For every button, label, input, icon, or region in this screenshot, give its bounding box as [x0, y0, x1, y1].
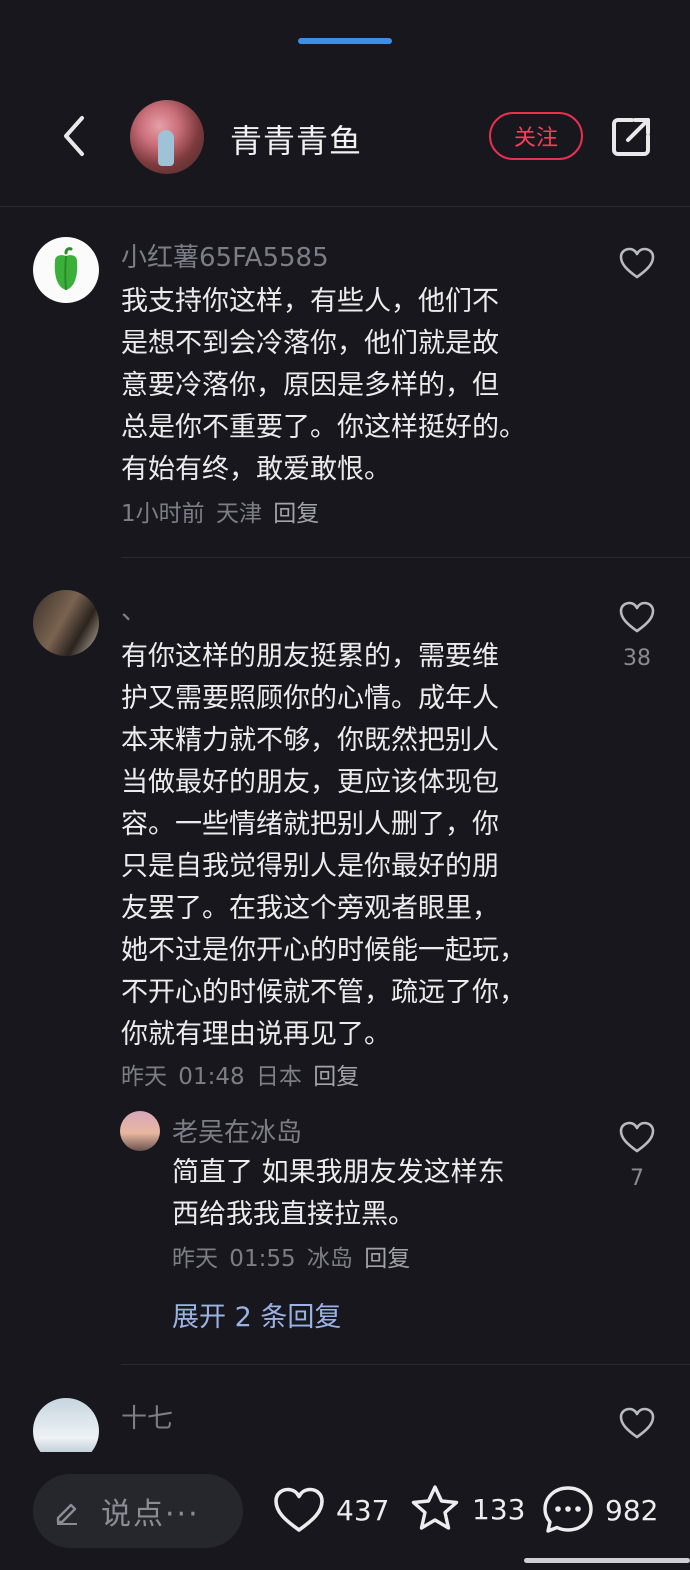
- comment-divider: [121, 1364, 690, 1365]
- comment-line: 你就有理由说再见了。: [121, 1019, 391, 1050]
- comment-username[interactable]: 十七: [121, 1398, 173, 1435]
- commenter-avatar[interactable]: [33, 590, 99, 656]
- heart-icon: [619, 247, 655, 279]
- pepper-icon: [54, 247, 78, 291]
- comment-line: 只是自我觉得别人是你最好的朋: [121, 851, 499, 882]
- reply-avatar[interactable]: [120, 1111, 160, 1151]
- comment-line: 当做最好的朋友，更应该体现包: [121, 767, 499, 798]
- heart-icon: [619, 601, 655, 633]
- comment-line: 容。一些情绪就把别人删了，你: [121, 809, 499, 840]
- expand-replies-button[interactable]: 展开 2 条回复: [172, 1295, 341, 1334]
- comment-line: 她不过是你开心的时候能一起玩，: [121, 935, 526, 966]
- comment-username[interactable]: 小红薯65FA5585: [121, 237, 329, 274]
- author-name[interactable]: 青青青鱼: [230, 116, 362, 162]
- header-divider: [0, 206, 690, 207]
- heart-icon: [274, 1487, 324, 1532]
- heart-icon: [619, 1407, 655, 1439]
- comment-line: 友罢了。在我这个旁观者眼里，: [121, 893, 499, 924]
- comment-line: 是想不到会冷落你，他们就是故: [121, 328, 499, 359]
- like-post-button[interactable]: 437: [272, 1485, 389, 1535]
- author-avatar[interactable]: [130, 100, 204, 174]
- comment-line: 有始有终，敢爱敢恨。: [121, 454, 391, 485]
- reply-username[interactable]: 老吴在冰岛: [172, 1112, 302, 1149]
- like-button[interactable]: [618, 246, 656, 284]
- pen-icon: [56, 1503, 77, 1525]
- comment-line: 有你这样的朋友挺累的，需要维: [121, 641, 499, 672]
- reply-time: 昨天 01:55: [172, 1246, 296, 1272]
- comment-line: 不开心的时候就不管，疏远了你，: [121, 977, 526, 1008]
- back-icon: [64, 116, 84, 156]
- comment-line: 护又需要照顾你的心情。成年人: [121, 683, 499, 714]
- like-button[interactable]: [618, 1406, 656, 1444]
- comment-text: 我支持你这样，有些人，他们不 是想不到会冷落你，他们就是故 意要冷落你，原因是多…: [121, 281, 526, 491]
- back-button[interactable]: [50, 112, 98, 160]
- share-button[interactable]: [608, 114, 654, 160]
- comment-meta: 1小时前 天津 回复: [121, 494, 319, 528]
- like-count: 7: [630, 1166, 644, 1191]
- comment-time: 1小时前: [121, 501, 205, 527]
- reply-button[interactable]: 回复: [364, 1246, 410, 1272]
- favorite-count: 133: [472, 1492, 526, 1526]
- reply-line: 简直了 如果我朋友发这样东: [172, 1157, 505, 1188]
- heart-icon: [619, 1121, 655, 1153]
- home-indicator: [524, 1558, 690, 1563]
- comment-line: 我支持你这样，有些人，他们不: [121, 286, 499, 317]
- post-like-count: 437: [336, 1493, 390, 1527]
- comment-username[interactable]: 、: [121, 590, 147, 627]
- input-placeholder: 说点···: [101, 1497, 200, 1532]
- like-button[interactable]: [618, 1120, 656, 1158]
- comment-line: 本来精力就不够，你既然把别人: [121, 725, 499, 756]
- comment-icon: [543, 1486, 593, 1533]
- comment-time: 昨天 01:48: [121, 1064, 245, 1090]
- reply-location: 冰岛: [306, 1246, 353, 1272]
- reply-meta: 昨天 01:55 冰岛 回复: [172, 1239, 410, 1273]
- comment-meta: 昨天 01:48 日本 回复: [121, 1057, 359, 1091]
- reply-text: 简直了 如果我朋友发这样东 西给我我直接拉黑。: [172, 1152, 505, 1236]
- comment-count: 982: [605, 1493, 659, 1527]
- comments-button[interactable]: 982: [541, 1484, 658, 1536]
- comment-line: 总是你不重要了。你这样挺好的。: [121, 412, 526, 443]
- comment-divider: [121, 557, 690, 558]
- reply-line: 西给我我直接拉黑。: [172, 1199, 415, 1230]
- like-count: 38: [623, 646, 651, 671]
- top-progress-indicator: [298, 38, 392, 44]
- comment-line: 意要冷落你，原因是多样的，但: [121, 370, 499, 401]
- comment-location: 日本: [255, 1064, 302, 1090]
- comment-input[interactable]: 说点···: [33, 1474, 243, 1548]
- share-icon: [612, 118, 650, 156]
- follow-button[interactable]: 关注: [489, 112, 583, 160]
- reply-button[interactable]: 回复: [273, 501, 319, 527]
- commenter-avatar[interactable]: [33, 237, 99, 303]
- favorite-button[interactable]: 133: [408, 1483, 525, 1535]
- comment-location: 天津: [215, 501, 262, 527]
- reply-button[interactable]: 回复: [313, 1064, 359, 1090]
- like-button[interactable]: [618, 600, 656, 638]
- comment-text: 有你这样的朋友挺累的，需要维 护又需要照顾你的心情。成年人 本来精力就不够，你既…: [121, 636, 526, 1056]
- star-icon: [411, 1485, 459, 1530]
